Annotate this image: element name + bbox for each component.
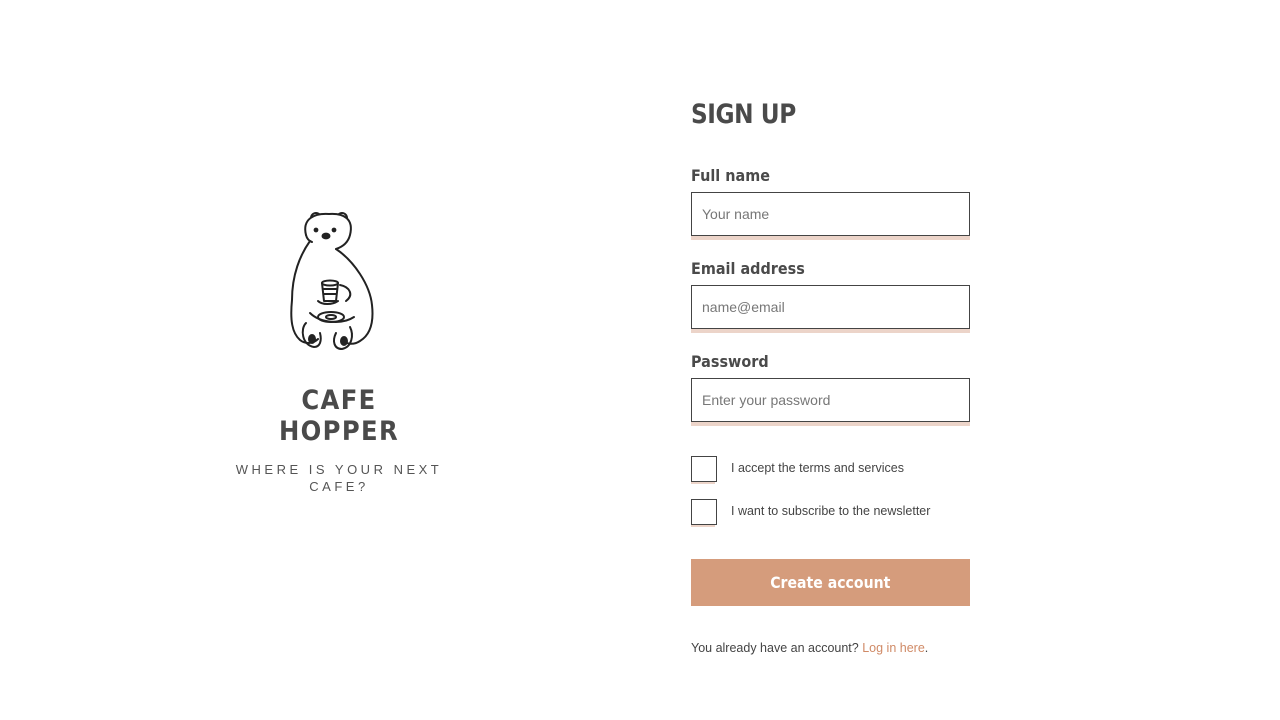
newsletter-label: I want to subscribe to the newsletter (731, 504, 931, 518)
full-name-field-wrapper (691, 192, 970, 240)
email-input[interactable] (691, 285, 970, 329)
brand-panel: CAFE HOPPER WHERE IS YOUR NEXT CAFE? (230, 205, 448, 495)
signup-form: SIGN UP Full name Email address Password… (691, 98, 970, 655)
login-prompt-line: You already have an account? Log in here… (691, 641, 928, 655)
full-name-label: Full name (691, 166, 771, 185)
login-link[interactable]: Log in here (862, 641, 925, 655)
email-field-wrapper (691, 285, 970, 333)
polar-bear-logo-icon (290, 212, 374, 350)
terms-checkbox[interactable] (691, 456, 717, 484)
brand-name: CAFE HOPPER (278, 385, 400, 447)
create-account-label: Create account (770, 573, 891, 592)
password-label: Password (691, 352, 769, 371)
password-input[interactable] (691, 378, 970, 422)
login-suffix: . (924, 641, 929, 655)
page-title: SIGN UP (691, 99, 796, 130)
newsletter-row: I want to subscribe to the newsletter (691, 499, 930, 527)
login-prompt-text: You already have an account? (691, 641, 859, 655)
full-name-input[interactable] (691, 192, 970, 236)
brand-tagline: WHERE IS YOUR NEXT CAFE? (235, 462, 443, 494)
create-account-button[interactable]: Create account (691, 559, 970, 606)
newsletter-checkbox[interactable] (691, 499, 717, 527)
email-label: Email address (691, 259, 805, 278)
password-field-wrapper (691, 378, 970, 426)
terms-row: I accept the terms and services (691, 456, 904, 484)
terms-label: I accept the terms and services (731, 461, 904, 475)
